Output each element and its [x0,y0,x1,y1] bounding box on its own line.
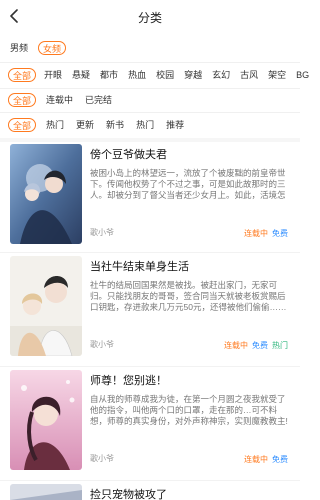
item-info: 当社牛结束单身生活 社牛的结局回国果然是被找。被赶出家门，无家可归。只能找朋友的… [90,256,290,356]
list-item[interactable]: 师尊！您别逃！ 自从我的师尊成我为徒，在第一个月圆之夜我就受了他的指令，叫他两个… [0,370,300,486]
chip-status-all[interactable]: 全部 [8,93,37,107]
page-title: 分类 [137,11,162,25]
status-badge: 连载中 [244,229,268,238]
genre-filter-row: 全部 开眼 悬疑 都市 热血 校园 穿越 玄幻 古风 架空 BG [8,67,311,83]
item-title[interactable]: 傍个豆爷做夫君 [90,148,290,162]
chip-status-ongoing[interactable]: 连载中 [44,93,75,107]
item-author: 歌小爷 [90,228,114,237]
chip-genre[interactable]: 玄幻 [210,68,232,82]
chip-genre[interactable]: 开眼 [42,68,64,82]
hot-badge: 热门 [272,341,288,350]
free-badge: 免费 [272,455,288,464]
chip-genre[interactable]: 都市 [98,68,120,82]
chip-gender-male[interactable]: 男频 [8,41,30,55]
cover-image [10,370,82,470]
chip-genre[interactable]: 古风 [238,68,260,82]
cover-image [10,144,82,244]
item-description: 社牛的结局回国果然是被找。被赶出家门，无家可归。只能找朋友的哥哥，签合同当天就被… [90,280,287,312]
chip-genre[interactable]: 悬疑 [70,68,92,82]
sort-filter-row: 全部 热门 更新 新书 热门 推荐 [8,117,186,133]
divider [0,112,300,113]
chip-genre[interactable]: 架空 [266,68,288,82]
item-title[interactable]: 捡只宠物被攻了 [90,488,290,500]
item-info: 傍个豆爷做夫君 被困小岛上的林望远一，流放了个被废黜的前皇帝世下。传闻他权势了个… [90,144,290,244]
chip-genre[interactable]: 校园 [154,68,176,82]
chip-sort[interactable]: 推荐 [164,118,186,132]
divider [0,366,300,367]
chip-sort[interactable]: 热门 [134,118,156,132]
free-badge: 免费 [252,341,268,350]
divider [0,252,300,253]
chip-sort-all[interactable]: 全部 [8,118,37,132]
item-tags: 连载中 免费 [244,455,288,465]
chip-genre[interactable]: 穿越 [182,68,204,82]
item-tags: 连载中 免费 热门 [224,341,288,351]
list-item[interactable]: 傍个豆爷做夫君 被困小岛上的林望远一，流放了个被废黜的前皇帝世下。传闻他权势了个… [0,144,300,260]
list-item[interactable]: 当社牛结束单身生活 社牛的结局回国果然是被找。被赶出家门，无家可归。只能找朋友的… [0,256,300,372]
divider [0,62,300,63]
item-description: 被困小岛上的林望远一，流放了个被废黜的前皇帝世下。传闻他权势了个不过之事，可是如… [90,168,286,200]
cover-image [10,256,82,356]
chip-gender-female[interactable]: 女频 [38,41,67,55]
item-info: 师尊！您别逃！ 自从我的师尊成我为徒，在第一个月圆之夜我就受了他的指令，叫他两个… [90,370,290,470]
top-bar: 分类 [0,0,300,34]
chip-genre-all[interactable]: 全部 [8,68,37,82]
chip-sort[interactable]: 热门 [44,118,66,132]
chip-genre[interactable]: 热血 [126,68,148,82]
item-author: 歌小爷 [90,340,114,349]
free-badge: 免费 [272,229,288,238]
item-description: 自从我的师尊成我为徒，在第一个月圆之夜我就受了他的指令，叫他两个口的口罩，走在那… [90,394,288,426]
list-item[interactable]: 捡只宠物被攻了 [0,484,300,500]
item-title[interactable]: 当社牛结束单身生活 [90,260,290,274]
section-divider [0,138,300,142]
chip-sort[interactable]: 新书 [104,118,126,132]
status-filter-row: 全部 连载中 已完结 [8,92,114,108]
status-badge: 连载中 [224,341,248,350]
item-tags: 连载中 免费 [244,229,288,239]
cover-image [10,484,82,500]
chip-sort[interactable]: 更新 [74,118,96,132]
item-author: 歌小爷 [90,454,114,463]
item-info: 捡只宠物被攻了 [90,484,290,500]
chip-status-finished[interactable]: 已完结 [83,93,114,107]
status-badge: 连载中 [244,455,268,464]
item-title[interactable]: 师尊！您别逃！ [90,374,290,388]
divider [0,88,300,89]
gender-filter-row: 男频 女频 [8,40,67,56]
divider [0,480,300,481]
chip-genre[interactable]: BG [294,68,311,82]
